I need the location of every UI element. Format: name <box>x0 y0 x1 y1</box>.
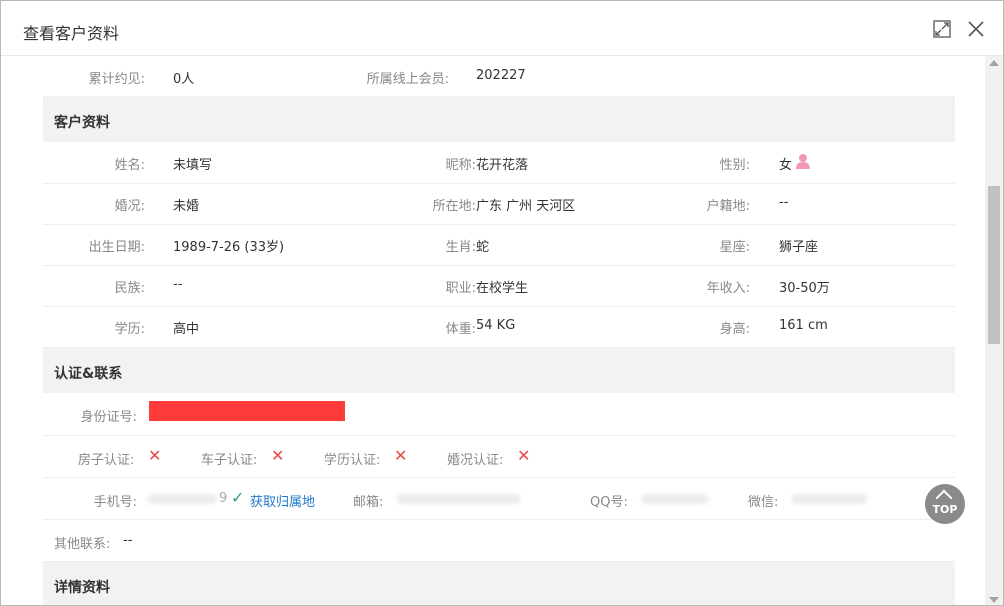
profile-value: -- <box>173 277 183 292</box>
total-meetings-value: 0人 <box>173 72 195 87</box>
dialog-titlebar: 查看客户资料 <box>1 1 1003 56</box>
profile-value: 狮子座 <box>779 240 819 255</box>
other-contact-label: 其他联系: <box>54 537 111 552</box>
dialog-content: 累计约见: 0人 所属线上会员: 202227 客户资料 姓名: 未填写 昵称:… <box>43 56 955 605</box>
phone-label: 手机号: <box>93 495 137 510</box>
profile-value: -- <box>779 195 789 210</box>
phone-blurred-value <box>147 494 217 504</box>
other-contact-row: 其他联系: -- <box>43 519 955 562</box>
qq-label: QQ号: <box>590 495 628 510</box>
profile-label: 年收入: <box>706 281 750 296</box>
details-section-header: 详情资料 <box>43 562 955 605</box>
profile-value: 未婚 <box>173 199 200 214</box>
total-meetings-label: 累计约见: <box>88 72 145 87</box>
profile-value: 花开花落 <box>476 158 529 173</box>
profile-label: 体重: <box>445 322 476 337</box>
profile-label: 星座: <box>719 240 750 255</box>
wechat-label: 微信: <box>748 495 779 510</box>
profile-value: 54 KG <box>476 318 516 333</box>
profile-value: 1989-7-26 (33岁) <box>173 240 285 255</box>
certification-row: 房子认证: ✕ 车子认证: ✕ 学历认证: ✕ 婚况认证: ✕ <box>43 435 955 478</box>
profile-value: 30-50万 <box>779 281 830 296</box>
qq-blurred-value <box>641 494 709 504</box>
profile-row: 出生日期: 1989-7-26 (33岁) 生肖: 蛇 星座: 狮子座 <box>43 224 955 266</box>
dialog-title: 查看客户资料 <box>23 24 120 43</box>
marriage-cert-cross-icon: ✕ <box>517 446 531 465</box>
scroll-thumb[interactable] <box>988 186 1000 344</box>
profile-value: 广东 广州 天河区 <box>476 199 576 214</box>
female-icon <box>796 154 810 169</box>
house-cert-cross-icon: ✕ <box>148 446 162 465</box>
profile-label: 学历: <box>114 322 145 337</box>
profile-value: 未填写 <box>173 158 213 173</box>
profile-value: 在校学生 <box>476 281 529 296</box>
profile-row: 学历: 高中 体重: 54 KG 身高: 161 cm <box>43 306 955 348</box>
maximize-icon[interactable] <box>933 20 951 38</box>
profile-value: 161 cm <box>779 318 828 333</box>
other-contact-value: -- <box>123 533 133 548</box>
contact-section-title: 认证&联系 <box>54 366 123 382</box>
email-label: 邮箱: <box>353 495 384 510</box>
profile-section-header: 客户资料 <box>43 97 955 142</box>
contact-section-header: 认证&联系 <box>43 348 955 393</box>
profile-label: 姓名: <box>114 158 145 173</box>
profile-section-title: 客户资料 <box>54 115 110 131</box>
profile-label: 民族: <box>114 281 145 296</box>
profile-label: 户籍地: <box>706 199 750 214</box>
marriage-cert-label: 婚况认证: <box>447 453 504 468</box>
vertical-scrollbar[interactable] <box>985 56 1003 605</box>
customer-info-dialog: 查看客户资料 累计约见: 0人 所属线上会员: 202227 客户资料 姓名: … <box>0 0 1004 606</box>
summary-row: 累计约见: 0人 所属线上会员: 202227 <box>43 56 955 97</box>
back-to-top-label: TOP <box>932 503 958 516</box>
profile-row: 姓名: 未填写 昵称: 花开花落 性别: 女 <box>43 142 955 184</box>
contact-info-row: 手机号: 9 ✓ 获取归属地 邮箱: QQ号: 微信: <box>43 477 955 520</box>
education-cert-label: 学历认证: <box>324 453 381 468</box>
phone-partial: 9 <box>219 491 228 506</box>
get-location-link[interactable]: 获取归属地 <box>250 491 315 510</box>
scroll-up-arrow-icon[interactable] <box>989 60 999 66</box>
profile-row: 婚况: 未婚 所在地: 广东 广州 天河区 户籍地: -- <box>43 183 955 225</box>
id-number-label: 身份证号: <box>80 410 137 425</box>
profile-label: 生肖: <box>445 240 476 255</box>
profile-value: 高中 <box>173 322 200 337</box>
profile-value: 蛇 <box>476 240 490 255</box>
profile-label: 昵称: <box>445 158 476 173</box>
education-cert-cross-icon: ✕ <box>394 446 408 465</box>
gender-value: 女 <box>779 158 793 173</box>
id-number-row: 身份证号: <box>43 393 955 436</box>
profile-label: 所在地: <box>432 199 476 214</box>
car-cert-cross-icon: ✕ <box>271 446 285 465</box>
online-member-label: 所属线上会员: <box>366 72 449 87</box>
back-to-top-button[interactable]: TOP <box>925 484 965 524</box>
profile-label: 身高: <box>719 322 750 337</box>
close-icon[interactable] <box>967 20 985 38</box>
house-cert-label: 房子认证: <box>78 453 135 468</box>
profile-label: 婚况: <box>114 199 145 214</box>
profile-label: 职业: <box>445 281 476 296</box>
car-cert-label: 车子认证: <box>201 453 258 468</box>
profile-label: 出生日期: <box>88 240 145 255</box>
profile-label: 性别: <box>719 158 750 173</box>
wechat-blurred-value <box>791 494 867 504</box>
scroll-down-arrow-icon[interactable] <box>989 597 999 603</box>
id-number-redaction <box>149 401 345 421</box>
email-blurred-value <box>397 494 521 504</box>
online-member-value: 202227 <box>476 68 526 83</box>
check-icon: ✓ <box>231 488 245 507</box>
details-section-title: 详情资料 <box>54 580 110 596</box>
profile-row: 民族: -- 职业: 在校学生 年收入: 30-50万 <box>43 265 955 307</box>
